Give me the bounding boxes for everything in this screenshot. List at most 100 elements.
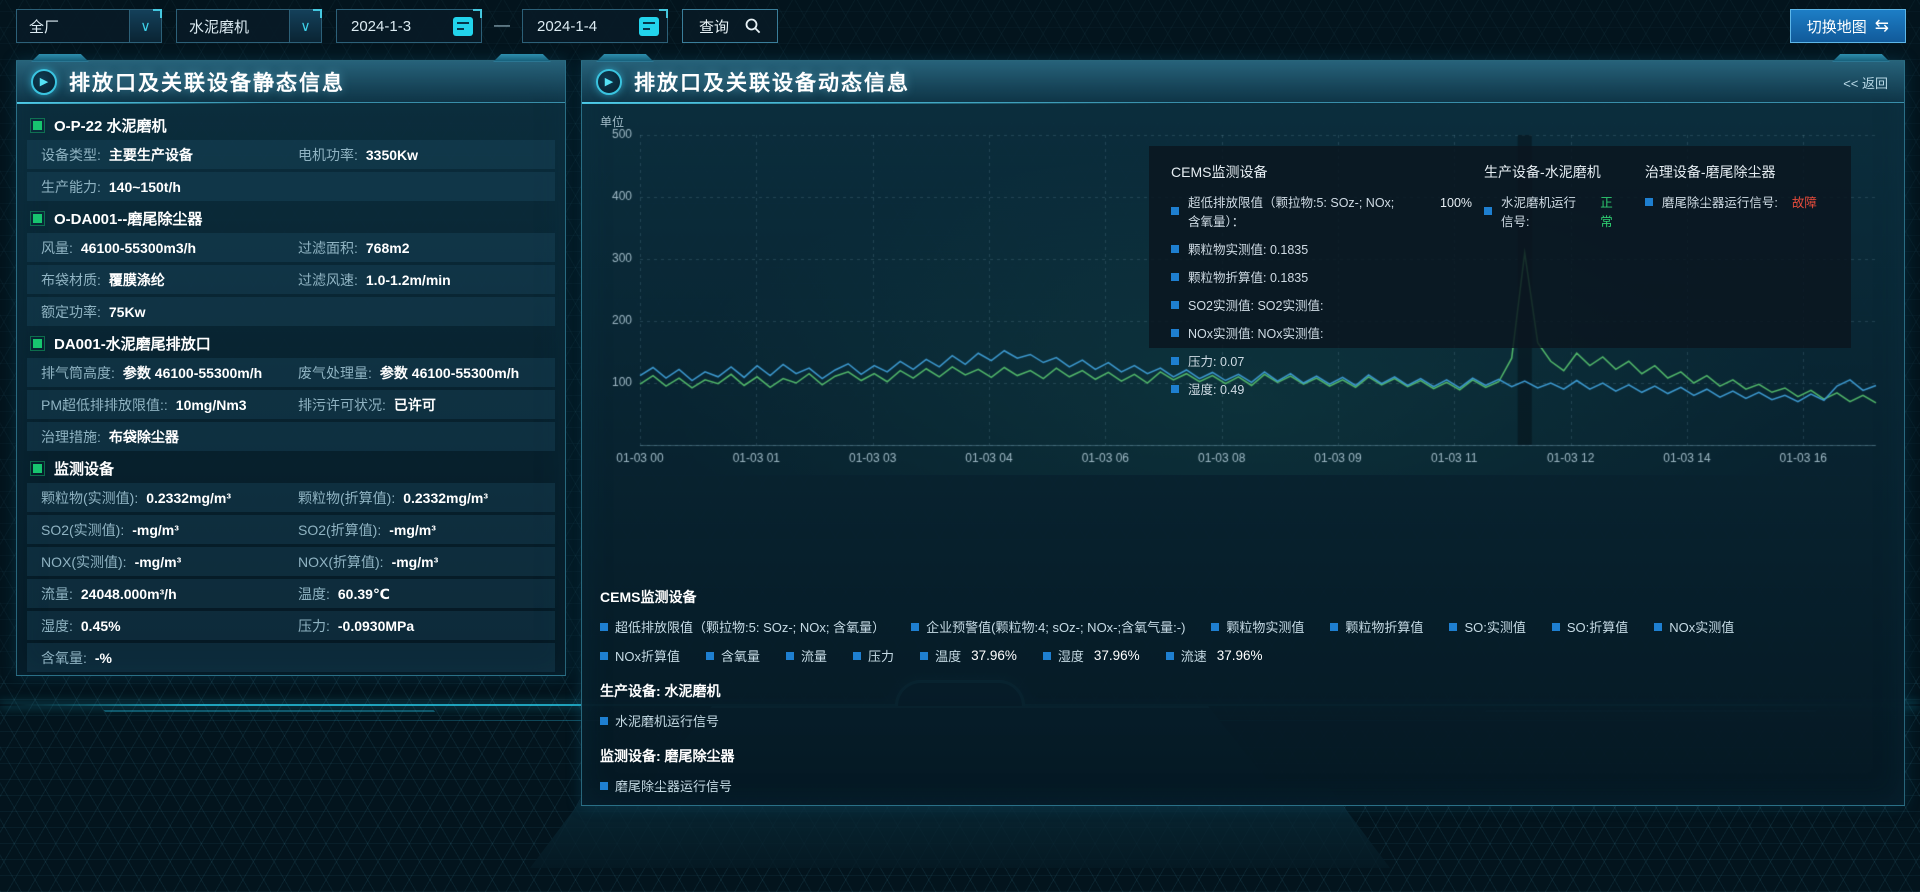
switch-map-label: 切换地图 bbox=[1807, 16, 1867, 37]
tooltip-cems-column: CEMS监测设备 超低排放限值（颗拉物:5: SOz-; NOx; 含氧量）：1… bbox=[1171, 162, 1472, 338]
tooltip-item: 超低排放限值（颗拉物:5: SOz-; NOx; 含氧量）：100% bbox=[1171, 192, 1472, 230]
start-date-value: 2024-1-3 bbox=[351, 18, 411, 35]
chevron-down-icon[interactable]: ∨ bbox=[289, 10, 321, 42]
dynamic-info-title: 排放口及关联设备动态信息 bbox=[634, 67, 910, 97]
field-value: 75Kw bbox=[109, 304, 146, 320]
legend-item[interactable]: 流量 bbox=[786, 646, 827, 665]
field-value: 0.2332mg/m³ bbox=[146, 490, 231, 506]
field-value: 参数 46100-55300m/h bbox=[380, 363, 519, 383]
info-row: 设备类型:主要生产设备电机功率:3350Kw bbox=[27, 140, 555, 169]
bullet-icon bbox=[33, 464, 42, 473]
field-value: -mg/m³ bbox=[132, 522, 179, 538]
field-label: 排气筒高度: bbox=[41, 363, 115, 383]
legend-production-title: 生产设备: 水泥磨机 bbox=[600, 681, 1904, 701]
static-info-title: 排放口及关联设备静态信息 bbox=[69, 67, 345, 97]
tooltip-item: 颗粒物实测值: 0.1835 bbox=[1171, 239, 1472, 258]
calendar-icon[interactable] bbox=[639, 17, 659, 36]
legend-square-icon bbox=[1043, 652, 1051, 660]
info-row: 额定功率: 75Kw bbox=[27, 297, 555, 326]
legend-row-1: 超低排放限值（颗拉物:5: SOz-; NOx; 含氧量） 企业预警值(颗粒物:4… bbox=[600, 617, 1904, 636]
chevron-down-icon[interactable]: ∨ bbox=[129, 10, 161, 42]
bullet-icon bbox=[33, 121, 42, 130]
back-link[interactable]: << 返回 bbox=[1843, 73, 1888, 92]
treatment-signal-label: 磨尾除尘器运行信号: bbox=[1662, 192, 1778, 211]
legend-item[interactable]: 颗粒物实测值 bbox=[1211, 617, 1304, 636]
legend-item[interactable]: 含氧量 bbox=[706, 646, 760, 665]
info-row: PM超低排排放限值::10mg/Nm3排污许可状况:已许可 bbox=[27, 390, 555, 419]
legend-square-icon bbox=[1211, 623, 1219, 631]
field-label: 颗粒物(折算值): bbox=[298, 488, 395, 508]
info-row: SO2(实测值): -mg/m³ SO2(折算值): -mg/m³ bbox=[27, 515, 555, 544]
device-select-value: 水泥磨机 bbox=[189, 16, 249, 37]
info-row: 生产能力:140~150t/h bbox=[27, 172, 555, 201]
field-label: NOX(折算值): bbox=[298, 552, 384, 572]
field-label: 湿度: bbox=[41, 616, 73, 636]
chart-tooltip: CEMS监测设备 超低排放限值（颗拉物:5: SOz-; NOx; 含氧量）：1… bbox=[1149, 146, 1851, 348]
info-row: 颗粒物(实测值): 0.2332mg/m³ 颗粒物(折算值): 0.2332mg/m³ bbox=[27, 483, 555, 512]
field-label: NOX(实测值): bbox=[41, 552, 127, 572]
field-value: 主要生产设备 bbox=[109, 145, 193, 165]
bullet-icon bbox=[33, 214, 42, 223]
field-label: 颗粒物(实测值): bbox=[41, 488, 138, 508]
info-row: 布袋材质:覆膜涤纶过滤风速:1.0-1.2m/min bbox=[27, 265, 555, 294]
legend-item[interactable]: NOx折算值 bbox=[600, 646, 680, 665]
field-value: 3350Kw bbox=[366, 147, 418, 163]
field-value: 10mg/Nm3 bbox=[176, 397, 247, 413]
plant-select[interactable]: 全厂 ∨ bbox=[16, 9, 162, 43]
field-value: 0.2332mg/m³ bbox=[403, 490, 488, 506]
static-info-panel: ▶ 排放口及关联设备静态信息 O-P-22 水泥磨机设备类型:主要生产设备电机功… bbox=[16, 60, 566, 676]
legend-item[interactable]: 流速37.96% bbox=[1166, 646, 1263, 665]
legend-item[interactable]: 压力 bbox=[853, 646, 894, 665]
device-select[interactable]: 水泥磨机 ∨ bbox=[176, 9, 322, 43]
tooltip-production-column: 生产设备-水泥磨机 水泥磨机运行信号: 正常 bbox=[1484, 162, 1621, 338]
tooltip-item: 颗粒物折算值: 0.1835 bbox=[1171, 267, 1472, 286]
legend-item[interactable]: 企业预警值(颗粒物:4; sOz-; NOx-;含氧气量:-) bbox=[911, 617, 1185, 636]
legend-square-icon bbox=[1171, 273, 1179, 281]
legend-square-icon bbox=[1171, 329, 1179, 337]
start-date-input[interactable]: 2024-1-3 bbox=[336, 9, 482, 43]
legend-square-icon bbox=[1654, 623, 1662, 631]
section-heading-text: 监测设备 bbox=[54, 458, 114, 479]
field-label: SO2(折算值): bbox=[298, 520, 381, 540]
info-row: 湿度:0.45%压力:-0.0930MPa bbox=[27, 611, 555, 640]
info-row: 含氧量:-% bbox=[27, 643, 555, 672]
field-label: 温度: bbox=[298, 584, 330, 604]
tooltip-production-item: 水泥磨机运行信号: 正常 bbox=[1484, 192, 1621, 230]
legend-square-icon bbox=[853, 652, 861, 660]
field-label: 额定功率: bbox=[41, 302, 101, 322]
field-label: 风量: bbox=[41, 238, 73, 258]
section-heading: O-P-22 水泥磨机 bbox=[27, 111, 555, 140]
field-value: -mg/m³ bbox=[389, 522, 436, 538]
legend-row-2: NOx折算值 含氧量 流量 压力 温度37.96% 湿度37.96% 流速37.96% bbox=[600, 646, 1904, 665]
static-info-header: ▶ 排放口及关联设备静态信息 bbox=[17, 61, 565, 103]
field-label: SO2(实测值): bbox=[41, 520, 124, 540]
play-icon: ▶ bbox=[31, 69, 57, 95]
legend-item[interactable]: 颗粒物折算值 bbox=[1330, 617, 1423, 636]
legend-item[interactable]: 温度37.96% bbox=[920, 646, 1017, 665]
legend-item-monitor-signal[interactable]: 磨尾除尘器运行信号 bbox=[600, 776, 732, 795]
tooltip-cems-items: 超低排放限值（颗拉物:5: SOz-; NOx; 含氧量）：100% 颗粒物实测值… bbox=[1171, 192, 1472, 398]
legend-item[interactable]: SO:实测值 bbox=[1449, 617, 1525, 636]
query-button[interactable]: 查询 bbox=[682, 9, 778, 43]
field-value: -mg/m³ bbox=[392, 554, 439, 570]
chart-area: 单位 CEMS监测设备 超低排放限值（颗拉物:5: SOz-; NOx; 含氧量… bbox=[592, 113, 1894, 475]
tooltip-treatment-item: 磨尾除尘器运行信号: 故障 bbox=[1645, 192, 1833, 211]
field-value: -% bbox=[95, 650, 112, 666]
legend-square-icon bbox=[600, 717, 608, 725]
legend-item[interactable]: NOx实测值 bbox=[1654, 617, 1734, 636]
legend-square-icon bbox=[1552, 623, 1560, 631]
section-heading: DA001-水泥磨尾排放口 bbox=[27, 329, 555, 358]
section-heading-text: O-DA001--磨尾除尘器 bbox=[54, 208, 202, 229]
legend-item-production-signal[interactable]: 水泥磨机运行信号 bbox=[600, 711, 719, 730]
legend-item[interactable]: 湿度37.96% bbox=[1043, 646, 1140, 665]
end-date-input[interactable]: 2024-1-4 bbox=[522, 9, 668, 43]
calendar-icon[interactable] bbox=[453, 17, 473, 36]
dynamic-info-header: ▶ 排放口及关联设备动态信息 << 返回 bbox=[582, 61, 1904, 103]
legend-item[interactable]: 超低排放限值（颗拉物:5: SOz-; NOx; 含氧量） bbox=[600, 617, 885, 636]
legend-square-icon bbox=[1171, 301, 1179, 309]
section-heading-text: DA001-水泥磨尾排放口 bbox=[54, 333, 211, 354]
date-range-separator: — bbox=[494, 17, 510, 35]
legend-item[interactable]: SO:折算值 bbox=[1552, 617, 1628, 636]
info-row: 排气筒高度:参数 46100-55300m/h废气处理量:参数 46100-55… bbox=[27, 358, 555, 387]
switch-map-button[interactable]: 切换地图 ⇆ bbox=[1790, 9, 1906, 43]
